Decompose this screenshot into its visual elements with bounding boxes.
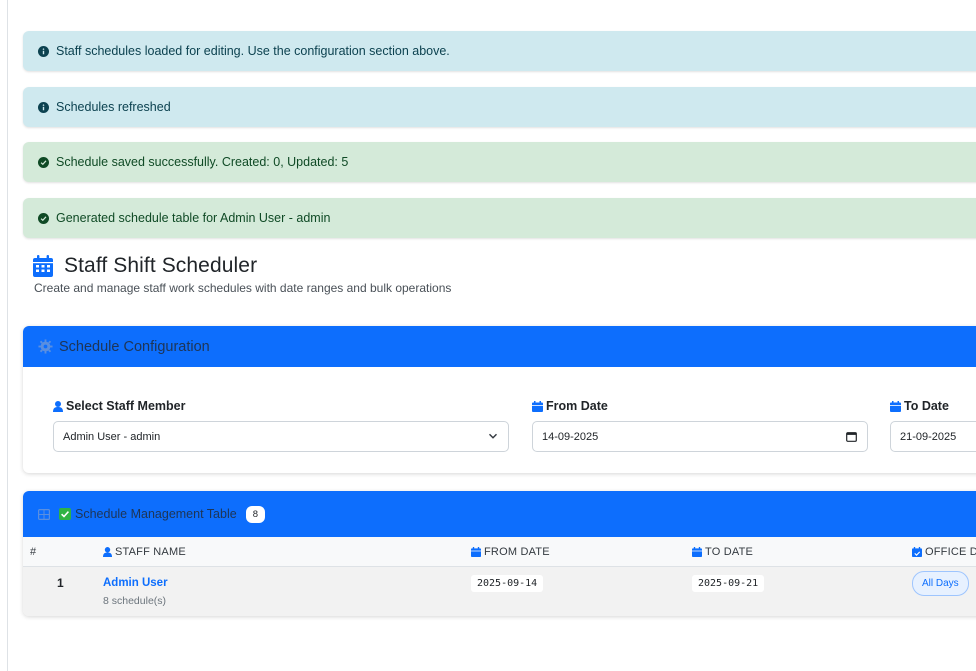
check-circle-icon bbox=[38, 212, 49, 224]
row-to-date: 2025-09-21 bbox=[692, 575, 765, 592]
schedule-configuration-card: Schedule Configuration Select Staff Memb… bbox=[23, 326, 976, 473]
alert-info-loaded: Staff schedules loaded for editing. Use … bbox=[23, 31, 976, 71]
from-date-label-text: From Date bbox=[546, 399, 608, 413]
table-row[interactable]: 1 Admin User 8 schedule(s) 2025-09-14 20… bbox=[23, 567, 976, 616]
calendar-icon bbox=[692, 546, 702, 557]
staff-member-select[interactable]: Admin User - admin bbox=[53, 421, 509, 452]
schedule-count-badge: 8 bbox=[245, 505, 265, 523]
page-title: Staff Shift Scheduler bbox=[64, 254, 258, 277]
from-date-label: From Date bbox=[532, 399, 608, 413]
staff-member-selected-value: Admin User - admin bbox=[63, 430, 161, 443]
info-circle-icon bbox=[38, 101, 49, 113]
page-subtitle: Create and manage staff work schedules w… bbox=[34, 281, 452, 295]
calendar-picker-icon[interactable] bbox=[846, 431, 857, 442]
from-date-value: 14-09-2025 bbox=[542, 430, 599, 443]
alert-success-saved: Schedule saved successfully. Created: 0,… bbox=[23, 142, 976, 182]
col-number: # bbox=[30, 537, 36, 566]
staff-member-label-text: Select Staff Member bbox=[66, 399, 186, 413]
col-office-days-label: OFFICE DA bbox=[925, 545, 976, 558]
office-days-badge[interactable]: All Days bbox=[912, 571, 969, 596]
calendar-icon bbox=[33, 255, 53, 277]
alert-success-generated: Generated schedule table for Admin User … bbox=[23, 198, 976, 238]
alert-text: Staff schedules loaded for editing. Use … bbox=[56, 44, 450, 58]
chevron-down-icon bbox=[488, 433, 498, 439]
calendar-icon bbox=[532, 400, 543, 412]
page-header: Staff Shift Scheduler bbox=[33, 254, 257, 278]
alert-text: Generated schedule table for Admin User … bbox=[56, 211, 331, 225]
to-date-input[interactable]: 21-09-2025 bbox=[890, 421, 976, 452]
table-card-title: Schedule Management Table bbox=[75, 507, 237, 521]
schedule-count-text: 8 schedule(s) bbox=[103, 595, 167, 607]
checkbox-checked-icon bbox=[59, 508, 71, 520]
schedule-management-card: Schedule Management Table 8 # STAFF NAME… bbox=[23, 491, 976, 616]
table-grid-icon bbox=[38, 508, 50, 520]
check-circle-icon bbox=[38, 156, 49, 168]
calendar-icon bbox=[471, 546, 481, 557]
staff-name-link[interactable]: Admin User bbox=[103, 577, 168, 589]
user-icon bbox=[103, 546, 112, 557]
col-to-date-label: TO DATE bbox=[705, 545, 754, 558]
to-date-value: 21-09-2025 bbox=[900, 430, 957, 443]
col-office-days[interactable]: OFFICE DA bbox=[912, 537, 976, 566]
calendar-check-icon bbox=[912, 546, 922, 557]
row-number: 1 bbox=[57, 576, 64, 590]
info-circle-icon bbox=[38, 45, 49, 57]
col-number-label: # bbox=[30, 545, 37, 558]
col-staff-name[interactable]: STAFF NAME bbox=[103, 537, 186, 566]
page: Staff schedules loaded for editing. Use … bbox=[0, 0, 976, 671]
col-staff-name-label: STAFF NAME bbox=[115, 545, 186, 558]
sidebar-edge bbox=[7, 0, 8, 671]
col-to-date[interactable]: TO DATE bbox=[692, 537, 753, 566]
calendar-icon bbox=[890, 400, 901, 412]
user-icon bbox=[53, 400, 63, 412]
table-card-header: Schedule Management Table 8 bbox=[23, 491, 976, 537]
gear-icon bbox=[38, 339, 53, 354]
staff-member-label: Select Staff Member bbox=[53, 399, 185, 413]
alert-text: Schedules refreshed bbox=[56, 100, 171, 114]
col-from-date[interactable]: FROM DATE bbox=[471, 537, 550, 566]
col-from-date-label: FROM DATE bbox=[484, 545, 550, 558]
alert-info-refreshed: Schedules refreshed bbox=[23, 87, 976, 127]
row-from-date: 2025-09-14 bbox=[471, 575, 544, 592]
table-header-row: # STAFF NAME FROM DATE TO DATE OFFICE DA bbox=[23, 537, 976, 567]
config-card-header: Schedule Configuration bbox=[23, 326, 976, 367]
to-date-label: To Date bbox=[890, 399, 949, 413]
to-date-label-text: To Date bbox=[904, 399, 949, 413]
alert-text: Schedule saved successfully. Created: 0,… bbox=[56, 155, 349, 169]
from-date-input[interactable]: 14-09-2025 bbox=[532, 421, 868, 452]
config-card-title: Schedule Configuration bbox=[59, 338, 210, 355]
